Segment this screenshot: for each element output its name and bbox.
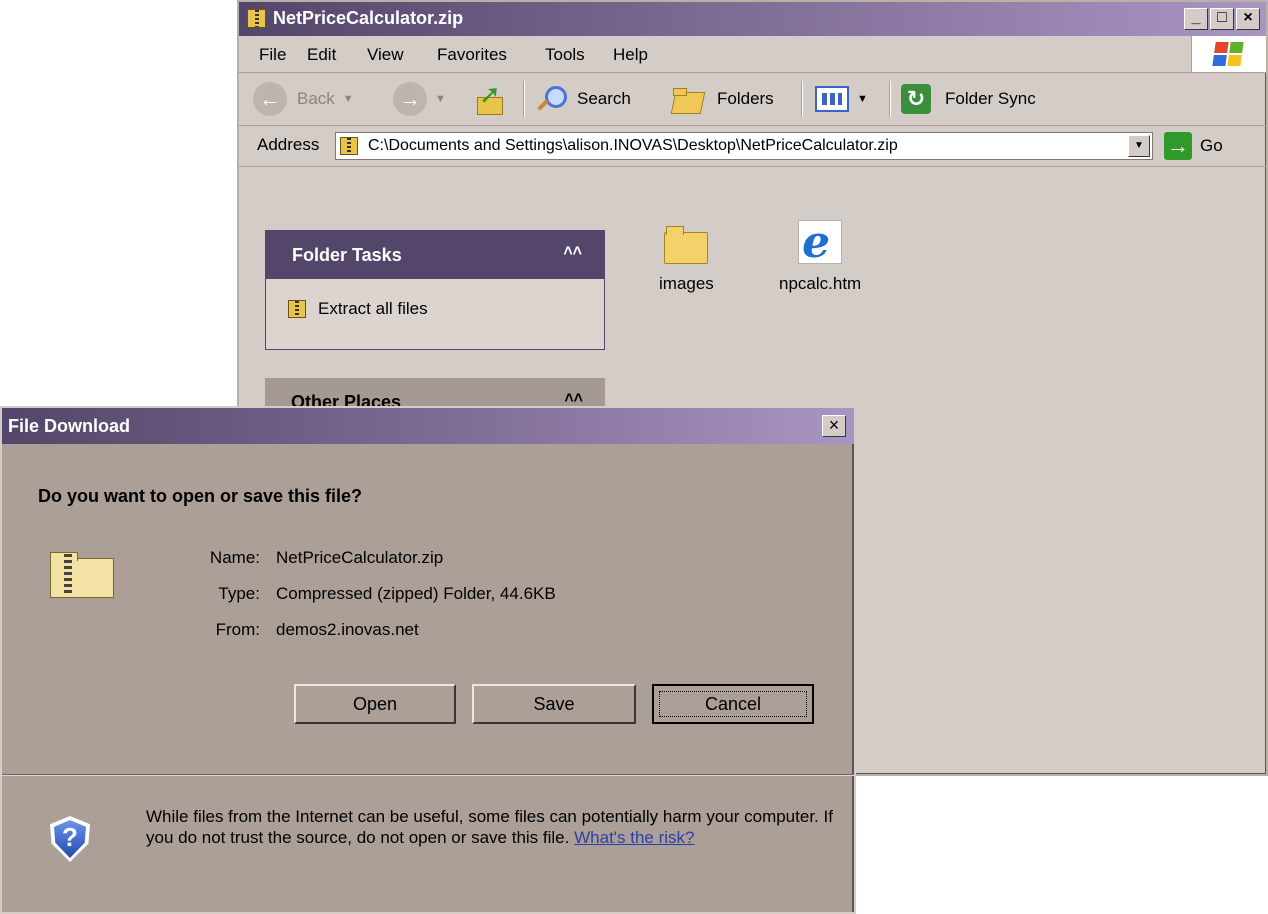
from-value: demos2.inovas.net [276, 620, 419, 639]
toolbar-separator [523, 81, 525, 117]
views-button[interactable]: ▼ [815, 73, 868, 125]
folders-icon [671, 84, 705, 114]
dialog-title: File Download [8, 416, 131, 436]
file-name: npcalc.htm [779, 274, 862, 293]
security-warning: While files from the Internet can be use… [146, 806, 836, 848]
file-item-npcalc[interactable]: e npcalc.htm [779, 217, 862, 294]
ie-document-icon: e [798, 217, 843, 268]
go-label: Go [1200, 136, 1223, 155]
menu-edit[interactable]: Edit [307, 45, 336, 65]
zipper-icon [64, 554, 72, 596]
folder-sync-icon: ↻ [901, 84, 931, 114]
views-icon [815, 86, 849, 112]
back-dropdown-icon[interactable]: ▼ [343, 93, 354, 105]
search-icon [535, 83, 567, 115]
cancel-button[interactable]: Cancel [652, 684, 814, 724]
cancel-label: Cancel [704, 693, 762, 714]
address-bar: Address C:\Documents and Settings\alison… [239, 126, 1266, 167]
address-dropdown-icon[interactable]: ▼ [1128, 135, 1150, 157]
back-button[interactable]: ← Back ▼ [253, 73, 354, 125]
close-button[interactable]: × [1236, 8, 1260, 30]
zip-folder-icon [340, 137, 358, 155]
go-arrow-icon: → [1164, 132, 1192, 160]
file-download-dialog: File Download × Do you want to open or s… [0, 406, 856, 914]
menu-tools[interactable]: Tools [545, 45, 585, 65]
type-value: Compressed (zipped) Folder, 44.6KB [276, 584, 556, 603]
menu-view[interactable]: View [367, 45, 404, 65]
folder-tasks-panel: Folder Tasks ˄˄ Extract all files [265, 230, 605, 350]
folder-sync-button[interactable]: ↻ Folder Sync [901, 73, 1036, 125]
folder-sync-label: Folder Sync [945, 89, 1036, 108]
search-label: Search [577, 89, 631, 108]
cancel-focus-ring: Cancel [659, 691, 807, 717]
up-folder-button[interactable] [475, 73, 505, 125]
go-button[interactable]: → Go [1164, 132, 1223, 160]
menu-favorites[interactable]: Favorites [437, 45, 507, 65]
dialog-divider [2, 774, 854, 776]
whats-the-risk-link[interactable]: What's the risk? [574, 828, 694, 847]
security-shield-icon: ? [50, 816, 90, 862]
forward-dropdown-icon[interactable]: ▼ [435, 93, 446, 105]
maximize-button[interactable]: □ [1210, 8, 1234, 30]
dialog-title-bar[interactable]: File Download × [2, 408, 854, 444]
folder-tasks-header[interactable]: Folder Tasks ˄˄ [266, 231, 604, 279]
address-input[interactable]: C:\Documents and Settings\alison.INOVAS\… [335, 132, 1153, 160]
menu-help[interactable]: Help [613, 45, 648, 65]
back-arrow-icon: ← [253, 82, 287, 116]
name-value: NetPriceCalculator.zip [276, 548, 444, 567]
explorer-title-bar[interactable]: NetPriceCalculator.zip _ □ × [239, 2, 1266, 36]
folders-label: Folders [717, 89, 774, 108]
minimize-button[interactable]: _ [1184, 8, 1208, 30]
toolbar-separator [889, 81, 891, 117]
extract-all-label: Extract all files [318, 299, 428, 318]
windows-logo [1191, 36, 1266, 72]
dialog-close-button[interactable]: × [822, 415, 846, 437]
up-folder-icon [475, 79, 505, 115]
extract-zip-icon [288, 300, 306, 318]
forward-button[interactable]: → ▼ [393, 73, 446, 125]
zip-folder-icon [247, 9, 266, 28]
windows-flag-icon [1212, 42, 1244, 66]
forward-arrow-icon: → [393, 82, 427, 116]
toolbar-separator [801, 81, 803, 117]
collapse-chevron-icon[interactable]: ˄˄ [563, 243, 582, 261]
toolbar: ← Back ▼ → ▼ Search Folders ▼ ↻ Folder S… [239, 73, 1266, 126]
explorer-title: NetPriceCalculator.zip [273, 8, 464, 28]
save-button[interactable]: Save [472, 684, 636, 724]
folder-icon [664, 224, 709, 264]
open-button[interactable]: Open [294, 684, 456, 724]
menu-bar: File Edit View Favorites Tools Help [239, 36, 1266, 73]
warning-text: While files from the Internet can be use… [146, 807, 833, 847]
back-label: Back [297, 89, 335, 108]
zip-file-icon [50, 552, 116, 598]
menu-file[interactable]: File [259, 45, 286, 65]
views-dropdown-icon[interactable]: ▼ [857, 93, 868, 105]
address-label: Address [257, 135, 320, 154]
dialog-question: Do you want to open or save this file? [38, 486, 363, 506]
open-label: Open [352, 693, 398, 714]
folders-button[interactable]: Folders [671, 73, 774, 125]
address-value: C:\Documents and Settings\alison.INOVAS\… [368, 137, 898, 154]
extract-all-files-link[interactable]: Extract all files [288, 299, 428, 319]
file-name: images [659, 274, 714, 293]
save-label: Save [533, 693, 575, 714]
folder-tasks-title: Folder Tasks [292, 245, 402, 265]
search-button[interactable]: Search [535, 73, 631, 125]
file-item-images[interactable]: images [659, 224, 714, 294]
name-label: Name: [209, 548, 260, 567]
from-label: From: [215, 620, 260, 639]
type-label: Type: [218, 584, 260, 603]
